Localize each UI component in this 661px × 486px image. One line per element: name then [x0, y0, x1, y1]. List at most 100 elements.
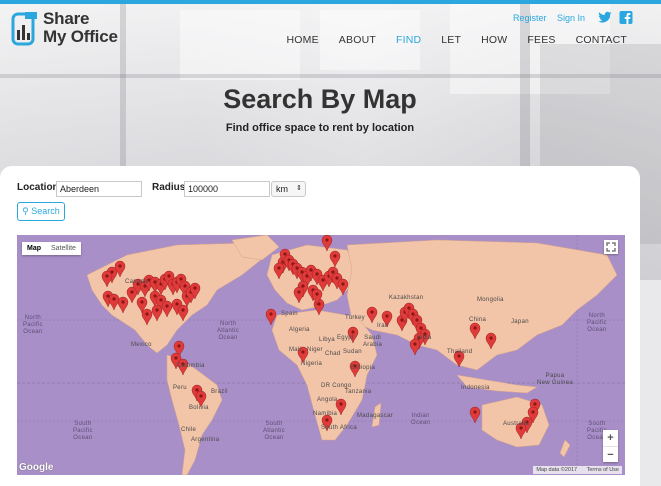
- location-label: Location: [17, 182, 59, 193]
- brand-line-2: My Office: [43, 27, 118, 46]
- map-marker-dot: [193, 286, 197, 290]
- map-label-turkey: Turkey: [345, 315, 365, 321]
- map-marker-dot: [533, 402, 537, 406]
- nav-find[interactable]: FIND: [396, 34, 421, 46]
- map-label-north-pacific: North Pacific Ocean: [23, 315, 43, 335]
- map-type-map[interactable]: Map: [22, 242, 46, 255]
- twitter-icon[interactable]: [598, 11, 612, 24]
- map-label-algeria: Algeria: [289, 327, 310, 333]
- map-marker-dot: [179, 277, 183, 281]
- zoom-out-button[interactable]: −: [603, 446, 618, 462]
- map-canvas[interactable]: [17, 235, 625, 475]
- nav-home[interactable]: HOME: [286, 34, 318, 46]
- map-label-china: China: [469, 317, 487, 323]
- map-marker-dot: [283, 252, 287, 256]
- map-marker-dot: [174, 356, 178, 360]
- map-label-bolivia: Bolivia: [189, 405, 209, 411]
- map-label-north-pacific-right: North Pacific Ocean: [587, 313, 607, 333]
- brand-logo[interactable]: Share My Office: [10, 10, 140, 52]
- map-label-namibia: Namibia: [313, 411, 338, 417]
- nav-contact[interactable]: CONTACT: [576, 34, 627, 46]
- map-marker-icon[interactable]: [469, 406, 481, 424]
- map-marker-dot: [153, 294, 157, 298]
- asia-land: [346, 239, 618, 371]
- map-label-brazil: Brazil: [211, 389, 228, 395]
- map-label-egypt: Egypt: [337, 335, 354, 341]
- map-label-tanzania: Tanzania: [345, 389, 372, 395]
- map-label-ethiopia: Ethiopia: [351, 365, 376, 371]
- map-label-saudi: Saudi Arabia: [363, 335, 383, 348]
- location-input[interactable]: Aberdeen: [56, 181, 142, 197]
- map-marker-dot: [145, 312, 149, 316]
- map-marker-dot: [325, 238, 329, 242]
- map-marker-dot: [473, 326, 477, 330]
- map-marker-dot: [165, 304, 169, 308]
- map-marker-dot: [269, 312, 273, 316]
- building-logo-icon: [11, 12, 37, 46]
- map-marker-dot: [121, 300, 125, 304]
- page-subtitle: Find office space to rent by location: [225, 122, 415, 134]
- map-marker-dot: [315, 272, 319, 276]
- facebook-icon[interactable]: [619, 11, 633, 24]
- map-label-papua: Papua New Guinea: [537, 373, 574, 386]
- map-attribution: Map data ©2017 Terms of Use: [533, 466, 622, 474]
- main-nav: HOME ABOUT FIND LET HOW FEES CONTACT: [266, 34, 627, 46]
- map-marker-dot: [385, 314, 389, 318]
- terms-of-use-link[interactable]: Terms of Use: [587, 467, 619, 473]
- sign-in-link[interactable]: Sign In: [557, 13, 585, 23]
- search-button[interactable]: ⚲ Search: [17, 202, 65, 221]
- nav-fees[interactable]: FEES: [527, 34, 555, 46]
- nav-how[interactable]: HOW: [481, 34, 507, 46]
- map-label-nigeria: Nigeria: [301, 361, 323, 367]
- map-label-south-atlantic: South Atlantic Ocean: [263, 421, 286, 441]
- map-marker-dot: [339, 402, 343, 406]
- map-label-libya: Libya: [319, 337, 335, 343]
- zoom-in-button[interactable]: +: [603, 430, 618, 446]
- nav-let[interactable]: LET: [441, 34, 461, 46]
- map-marker-dot: [325, 418, 329, 422]
- map-label-mongolia: Mongolia: [477, 297, 504, 303]
- map-marker-dot: [415, 318, 419, 322]
- unit-select[interactable]: km ⇕: [271, 181, 306, 197]
- map-marker-dot: [277, 266, 281, 270]
- map-marker-dot: [351, 330, 355, 334]
- map-marker-dot: [301, 284, 305, 288]
- map-marker-dot: [331, 270, 335, 274]
- register-link[interactable]: Register: [513, 13, 547, 23]
- fullscreen-icon: [606, 242, 616, 252]
- map-label-south-africa: South Africa: [321, 425, 357, 431]
- map-label-kazakhstan: Kazakhstan: [389, 295, 424, 301]
- map-marker-dot: [181, 308, 185, 312]
- nav-about[interactable]: ABOUT: [339, 34, 376, 46]
- map-marker-dot: [309, 268, 313, 272]
- map-marker-dot: [335, 276, 339, 280]
- map-marker-dot: [140, 300, 144, 304]
- map-label-north-atlantic: North Atlantic Ocean: [217, 321, 240, 341]
- map-type-satellite[interactable]: Satellite: [46, 242, 81, 255]
- map-marker-dot: [155, 308, 159, 312]
- map-marker-dot: [112, 297, 116, 301]
- map-marker-dot: [199, 394, 203, 398]
- south-america-land: [166, 354, 223, 475]
- fullscreen-button[interactable]: [604, 240, 618, 254]
- map-marker-dot: [175, 302, 179, 306]
- map-label-india: India: [417, 335, 432, 341]
- radius-input[interactable]: 100000: [184, 181, 270, 197]
- map-label-chad: Chad: [325, 351, 341, 357]
- world-map[interactable]: Canada North Pacific Ocean North Atlanti…: [17, 235, 625, 475]
- map-marker-dot: [315, 292, 319, 296]
- map-marker-dot: [105, 274, 109, 278]
- map-marker-dot: [130, 290, 134, 294]
- google-logo[interactable]: Google: [19, 462, 53, 473]
- search-button-label: Search: [31, 206, 60, 216]
- map-label-mexico: Mexico: [131, 342, 152, 348]
- map-data-credit: Map data ©2017: [536, 467, 578, 473]
- page-title: Search By Map: [223, 84, 417, 114]
- map-label-peru: Peru: [173, 385, 187, 391]
- map-marker-dot: [159, 298, 163, 302]
- account-links: Register Sign In: [505, 13, 585, 23]
- map-marker-dot: [301, 350, 305, 354]
- zoom-control: + −: [603, 430, 618, 462]
- map-marker-dot: [407, 306, 411, 310]
- map-label-niger: Niger: [307, 347, 323, 353]
